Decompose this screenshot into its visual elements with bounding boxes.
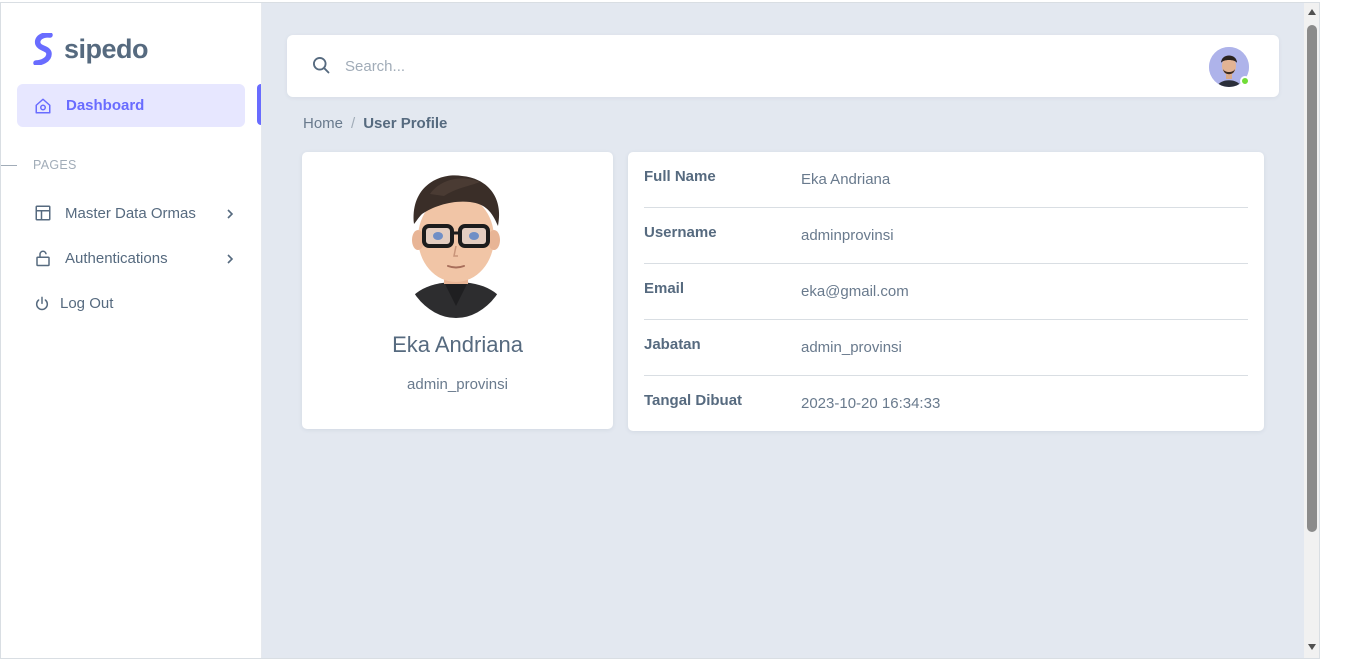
layout-icon [35, 205, 51, 221]
profile-avatar-image [402, 175, 510, 318]
breadcrumb-current: User Profile [363, 115, 448, 132]
sidebar-item-authentications[interactable]: Authentications [34, 249, 239, 267]
detail-label: Jabatan [644, 336, 701, 353]
vertical-scrollbar[interactable] [1304, 3, 1319, 658]
profile-name: Eka Andriana [392, 332, 523, 357]
detail-label: Full Name [644, 168, 716, 185]
chevron-right-icon [227, 254, 234, 264]
section-divider [1, 164, 17, 166]
power-icon [36, 296, 48, 310]
detail-value: eka@gmail.com [801, 283, 909, 300]
detail-row-full-name: Full Name Eka Andriana [644, 152, 1248, 208]
detail-row-email: Email eka@gmail.com [644, 264, 1248, 320]
home-icon [35, 98, 51, 113]
user-menu[interactable] [1209, 47, 1250, 87]
sidebar-item-log-out[interactable]: Log Out [34, 295, 239, 312]
top-navbar [287, 35, 1279, 97]
lock-icon [36, 250, 50, 267]
sidebar-item-master-data-ormas[interactable]: Master Data Ormas [34, 204, 239, 222]
scrollbar-thumb[interactable] [1307, 25, 1317, 532]
detail-value: admin_provinsi [801, 339, 902, 356]
section-title: PAGES [33, 158, 77, 172]
search-input[interactable] [345, 51, 545, 81]
breadcrumb-separator: / [351, 115, 356, 132]
detail-row-jabatan: Jabatan admin_provinsi [644, 320, 1248, 376]
profile-card: Eka Andriana admin_provinsi [302, 152, 613, 429]
sidebar-item-label: Dashboard [66, 97, 145, 114]
detail-row-created-date: Tangal Dibuat 2023-10-20 16:34:33 [644, 376, 1248, 432]
sidebar-item-label: Authentications [65, 249, 168, 267]
app-window: sipedo Dashboard PAGES Master Data Ormas [0, 2, 1320, 659]
sidebar-item-label: Log Out [60, 295, 114, 312]
detail-label: Email [644, 280, 685, 297]
detail-row-username: Username adminprovinsi [644, 208, 1248, 264]
detail-value: 2023-10-20 16:34:33 [801, 395, 941, 412]
brand-logo-icon [33, 33, 53, 65]
detail-value: adminprovinsi [801, 227, 894, 244]
online-status-indicator [1240, 76, 1250, 86]
profile-details-card: Full Name Eka Andriana Username adminpro… [628, 152, 1264, 431]
scroll-up-arrow-icon[interactable] [1308, 9, 1316, 15]
sidebar-item-label: Master Data Ormas [65, 204, 196, 222]
detail-value: Eka Andriana [801, 171, 891, 188]
sidebar-section-header: PAGES [1, 158, 77, 172]
sidebar: sipedo Dashboard PAGES Master Data Ormas [1, 3, 262, 658]
sidebar-item-dashboard[interactable]: Dashboard [17, 84, 245, 127]
chevron-right-icon [227, 209, 234, 219]
brand-logo[interactable]: sipedo [33, 33, 149, 65]
breadcrumb-home-link[interactable]: Home [303, 115, 343, 132]
active-indicator [257, 84, 261, 125]
search-icon[interactable] [311, 55, 331, 75]
detail-label: Tangal Dibuat [644, 392, 743, 409]
brand-name: sipedo [64, 33, 149, 64]
scroll-down-arrow-icon[interactable] [1308, 644, 1316, 650]
detail-label: Username [644, 224, 717, 241]
breadcrumb: Home / User Profile [303, 115, 447, 132]
profile-role: admin_provinsi [407, 376, 508, 393]
